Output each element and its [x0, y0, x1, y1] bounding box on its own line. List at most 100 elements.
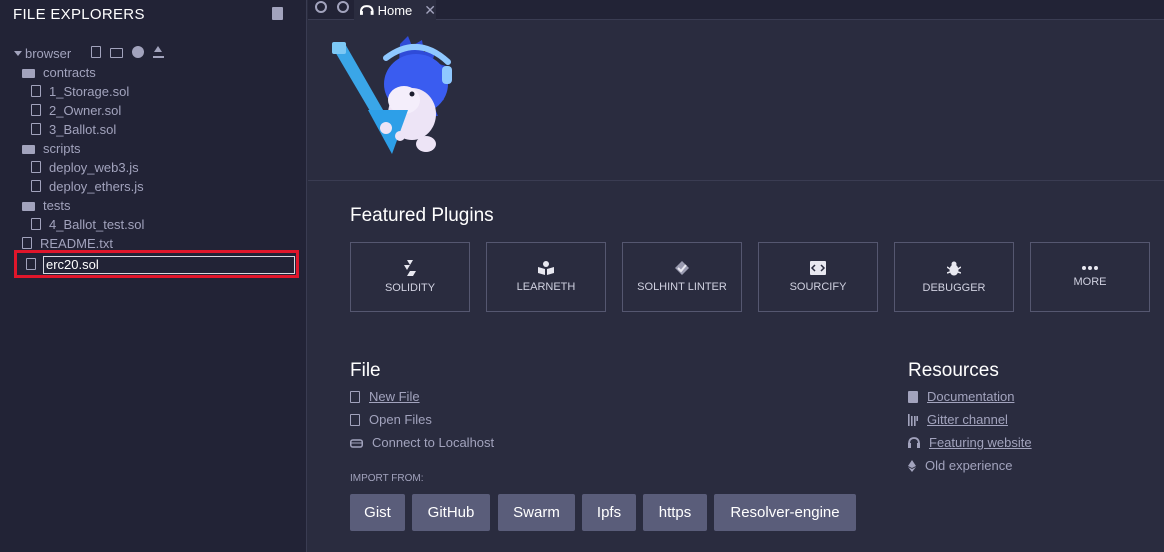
plugin-card-solidity[interactable]: SOLIDITY: [350, 242, 470, 312]
docs-icon[interactable]: [272, 7, 283, 20]
file-icon: [31, 123, 41, 135]
tree-folder-scripts[interactable]: scripts: [22, 139, 81, 157]
import-from-label: IMPORT FROM:: [350, 473, 424, 484]
featuring-website-link[interactable]: Featuring website: [908, 435, 1032, 450]
link-text[interactable]: Open Files: [369, 412, 432, 427]
file-icon: [31, 180, 41, 192]
gitter-icon: [908, 413, 918, 426]
tree-file-deploy-ethers[interactable]: deploy_ethers.js: [31, 177, 144, 195]
open-files-link[interactable]: Open Files: [350, 412, 432, 427]
remix-logo-icon: [360, 5, 374, 15]
file-icon: [31, 104, 41, 116]
book-icon: [538, 261, 554, 275]
tree-label: tests: [43, 197, 71, 213]
solhint-icon: [675, 261, 689, 275]
resources-section-title: Resources: [908, 360, 999, 381]
folder-open-icon: [22, 68, 35, 78]
link-text[interactable]: Connect to Localhost: [372, 435, 494, 450]
link-text[interactable]: Documentation: [927, 389, 1014, 404]
import-https-button[interactable]: https: [643, 494, 707, 531]
import-github-button[interactable]: GitHub: [412, 494, 490, 531]
link-text[interactable]: Old experience: [925, 458, 1012, 473]
tab-label: Home: [377, 2, 413, 18]
file-icon: [22, 237, 32, 249]
link-text[interactable]: Featuring website: [929, 435, 1032, 450]
tree-label: 1_Storage.sol: [49, 83, 130, 99]
caret-down-icon: [14, 51, 22, 56]
tree-label: 4_Ballot_test.sol: [49, 216, 145, 232]
tree-file-ballot-test[interactable]: 4_Ballot_test.sol: [31, 215, 144, 233]
import-swarm-button[interactable]: Swarm: [498, 494, 575, 531]
tree-folder-contracts[interactable]: contracts: [22, 63, 96, 81]
tab-bar: Home ✕: [308, 0, 1164, 20]
file-icon: [31, 161, 41, 173]
zoom-in-icon[interactable]: [337, 1, 349, 13]
file-icon: [350, 390, 360, 403]
tree-folder-tests[interactable]: tests: [22, 196, 70, 214]
remix-mascot-illustration: [332, 36, 452, 154]
workspace-actions: [91, 46, 164, 58]
tree-label: README.txt: [40, 235, 113, 251]
code-icon: [810, 261, 826, 275]
bug-icon: [947, 261, 961, 275]
import-resolver-engine-button[interactable]: Resolver-engine: [714, 494, 856, 531]
new-file-link[interactable]: New File: [350, 389, 420, 404]
ellipsis-icon: [1082, 266, 1098, 270]
documentation-link[interactable]: Documentation: [908, 389, 1014, 404]
gitter-channel-link[interactable]: Gitter channel: [908, 412, 1008, 427]
connect-localhost-link[interactable]: Connect to Localhost: [350, 435, 494, 450]
upload-icon[interactable]: [153, 46, 164, 58]
tab-home[interactable]: Home ✕: [354, 0, 436, 20]
workspace-toggle[interactable]: browser: [14, 46, 71, 61]
zoom-out-icon[interactable]: [315, 1, 327, 13]
plugin-label: SOLHINT LINTER: [637, 281, 727, 293]
headset-icon: [908, 436, 920, 448]
panel-title: FILE EXPLORERS: [13, 6, 145, 23]
new-file-icon[interactable]: [91, 46, 101, 58]
plugin-label: SOURCIFY: [789, 281, 847, 293]
old-experience-link[interactable]: Old experience: [908, 458, 1012, 473]
tree-file-owner[interactable]: 2_Owner.sol: [31, 101, 121, 119]
plugin-card-more[interactable]: MORE: [1030, 242, 1150, 312]
plugin-card-debugger[interactable]: DEBUGGER: [894, 242, 1014, 312]
file-icon: [31, 85, 41, 97]
ethereum-icon: [908, 459, 916, 472]
file-section-title: File: [350, 360, 381, 381]
hero-banner: [308, 20, 1164, 181]
file-icon: [26, 258, 36, 270]
featured-plugins-title: Featured Plugins: [350, 205, 494, 226]
new-file-name-input[interactable]: erc20.sol: [43, 256, 295, 274]
tree-label: deploy_web3.js: [49, 159, 139, 175]
github-icon[interactable]: [132, 46, 144, 58]
file-icon: [31, 218, 41, 230]
tree-file-ballot[interactable]: 3_Ballot.sol: [31, 120, 116, 138]
tree-file-deploy-web3[interactable]: deploy_web3.js: [31, 158, 139, 176]
import-gist-button[interactable]: Gist: [350, 494, 405, 531]
plugin-label: MORE: [1073, 276, 1107, 288]
link-text[interactable]: New File: [369, 389, 420, 404]
new-folder-icon[interactable]: [110, 48, 123, 58]
tree-file-storage[interactable]: 1_Storage.sol: [31, 82, 129, 100]
plugin-label: SOLIDITY: [384, 282, 436, 294]
plugin-card-solhint[interactable]: SOLHINT LINTER: [622, 242, 742, 312]
file-explorer-panel: FILE EXPLORERS browser contracts 1_Stora…: [0, 0, 307, 552]
home-page: Featured Plugins SOLIDITY LEARNETH SOLHI…: [308, 20, 1164, 552]
close-icon[interactable]: ✕: [424, 2, 436, 19]
tree-label: scripts: [43, 140, 81, 156]
folder-open-icon: [22, 144, 35, 154]
plugin-card-learneth[interactable]: LEARNETH: [486, 242, 606, 312]
tree-label: deploy_ethers.js: [49, 178, 144, 194]
tree-label: 2_Owner.sol: [49, 102, 122, 118]
plugin-card-sourcify[interactable]: SOURCIFY: [758, 242, 878, 312]
plugin-label: LEARNETH: [516, 281, 576, 293]
link-text[interactable]: Gitter channel: [927, 412, 1008, 427]
book-icon: [908, 390, 918, 403]
new-file-row-highlight: erc20.sol: [14, 250, 299, 278]
plugin-label: DEBUGGER: [922, 281, 986, 294]
solidity-icon: [404, 260, 416, 276]
workspace-name: browser: [25, 46, 72, 61]
tree-label: contracts: [43, 64, 96, 80]
tree-label: 3_Ballot.sol: [49, 121, 117, 137]
file-text-icon: [350, 413, 360, 426]
import-ipfs-button[interactable]: Ipfs: [582, 494, 636, 531]
